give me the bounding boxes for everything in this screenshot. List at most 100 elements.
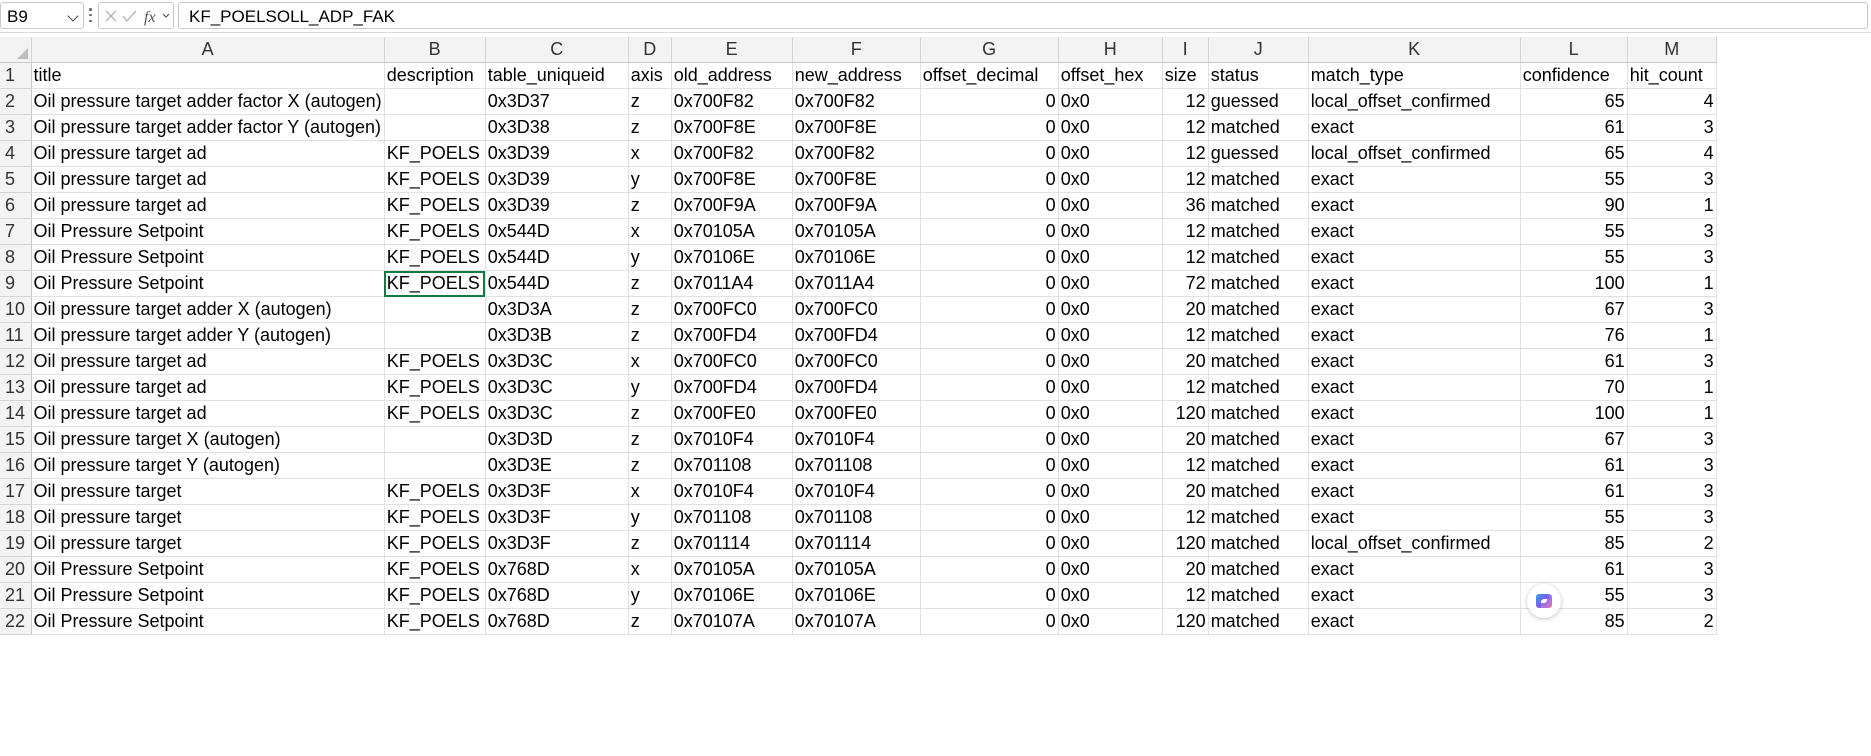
cell-e4[interactable]: 0x700F82 — [671, 140, 793, 167]
cell-b13[interactable]: KF_POELS — [384, 374, 486, 401]
cell-a9[interactable]: Oil Pressure Setpoint — [31, 270, 385, 297]
cell-l5[interactable]: 55 — [1520, 166, 1628, 193]
cell-l13[interactable]: 70 — [1520, 374, 1628, 401]
cell-k5[interactable]: exact — [1308, 166, 1521, 193]
cell-l16[interactable]: 61 — [1520, 452, 1628, 479]
cell-m14[interactable]: 1 — [1627, 400, 1717, 427]
cell-m10[interactable]: 3 — [1627, 296, 1717, 323]
cell-g15[interactable]: 0 — [920, 426, 1059, 453]
cell-e10[interactable]: 0x700FC0 — [671, 296, 793, 323]
cell-g3[interactable]: 0 — [920, 114, 1059, 141]
cell-d11[interactable]: z — [628, 322, 672, 349]
cell-a3[interactable]: Oil pressure target adder factor Y (auto… — [31, 114, 385, 141]
row-header[interactable]: 4 — [0, 140, 32, 167]
cell-d1[interactable]: axis — [628, 62, 672, 89]
cell-g7[interactable]: 0 — [920, 218, 1059, 245]
cell-j3[interactable]: matched — [1208, 114, 1309, 141]
cell-c18[interactable]: 0x3D3F — [485, 504, 629, 531]
cell-e17[interactable]: 0x7010F4 — [671, 478, 793, 505]
column-header-l[interactable]: L — [1520, 37, 1628, 63]
cell-g14[interactable]: 0 — [920, 400, 1059, 427]
cell-h12[interactable]: 0x0 — [1058, 348, 1163, 375]
cell-k18[interactable]: exact — [1308, 504, 1521, 531]
row-header[interactable]: 1 — [0, 62, 32, 89]
cell-k22[interactable]: exact — [1308, 608, 1521, 635]
cell-c3[interactable]: 0x3D38 — [485, 114, 629, 141]
cell-a18[interactable]: Oil pressure target — [31, 504, 385, 531]
cell-h9[interactable]: 0x0 — [1058, 270, 1163, 297]
cell-b11[interactable] — [384, 322, 486, 349]
cell-f9[interactable]: 0x7011A4 — [792, 270, 921, 297]
cell-a6[interactable]: Oil pressure target ad — [31, 192, 385, 219]
cell-h7[interactable]: 0x0 — [1058, 218, 1163, 245]
cell-i15[interactable]: 20 — [1162, 426, 1209, 453]
cell-l15[interactable]: 67 — [1520, 426, 1628, 453]
cell-e12[interactable]: 0x700FC0 — [671, 348, 793, 375]
cell-j14[interactable]: matched — [1208, 400, 1309, 427]
cell-k13[interactable]: exact — [1308, 374, 1521, 401]
cell-m2[interactable]: 4 — [1627, 88, 1717, 115]
cell-f10[interactable]: 0x700FC0 — [792, 296, 921, 323]
row-header[interactable]: 3 — [0, 114, 32, 141]
cell-h10[interactable]: 0x0 — [1058, 296, 1163, 323]
cell-m9[interactable]: 1 — [1627, 270, 1717, 297]
cell-g8[interactable]: 0 — [920, 244, 1059, 271]
cell-e18[interactable]: 0x701108 — [671, 504, 793, 531]
row-header[interactable]: 7 — [0, 218, 32, 245]
cell-m6[interactable]: 1 — [1627, 192, 1717, 219]
cell-d9[interactable]: z — [628, 270, 672, 297]
cell-b20[interactable]: KF_POELS — [384, 556, 486, 583]
cell-h1[interactable]: offset_hex — [1058, 62, 1163, 89]
cell-g4[interactable]: 0 — [920, 140, 1059, 167]
column-header-f[interactable]: F — [792, 37, 921, 63]
cell-b17[interactable]: KF_POELS — [384, 478, 486, 505]
cell-d12[interactable]: x — [628, 348, 672, 375]
cell-j16[interactable]: matched — [1208, 452, 1309, 479]
cell-j17[interactable]: matched — [1208, 478, 1309, 505]
row-header[interactable]: 11 — [0, 322, 32, 349]
cell-m4[interactable]: 4 — [1627, 140, 1717, 167]
cell-a22[interactable]: Oil Pressure Setpoint — [31, 608, 385, 635]
cell-i7[interactable]: 12 — [1162, 218, 1209, 245]
row-header[interactable]: 10 — [0, 296, 32, 323]
cell-a2[interactable]: Oil pressure target adder factor X (auto… — [31, 88, 385, 115]
cell-g17[interactable]: 0 — [920, 478, 1059, 505]
cell-e2[interactable]: 0x700F82 — [671, 88, 793, 115]
cell-d22[interactable]: z — [628, 608, 672, 635]
row-header[interactable]: 14 — [0, 400, 32, 427]
cell-i4[interactable]: 12 — [1162, 140, 1209, 167]
cell-a1[interactable]: title — [31, 62, 385, 89]
column-header-m[interactable]: M — [1627, 37, 1717, 63]
cell-d18[interactable]: y — [628, 504, 672, 531]
cell-g18[interactable]: 0 — [920, 504, 1059, 531]
cell-a16[interactable]: Oil pressure target Y (autogen) — [31, 452, 385, 479]
column-header-j[interactable]: J — [1208, 37, 1309, 63]
cell-l1[interactable]: confidence — [1520, 62, 1628, 89]
cell-b6[interactable]: KF_POELS — [384, 192, 486, 219]
cell-f13[interactable]: 0x700FD4 — [792, 374, 921, 401]
cell-h16[interactable]: 0x0 — [1058, 452, 1163, 479]
cell-f6[interactable]: 0x700F9A — [792, 192, 921, 219]
cell-k16[interactable]: exact — [1308, 452, 1521, 479]
cell-e16[interactable]: 0x701108 — [671, 452, 793, 479]
cell-l2[interactable]: 65 — [1520, 88, 1628, 115]
cell-e21[interactable]: 0x70106E — [671, 582, 793, 609]
cell-c2[interactable]: 0x3D37 — [485, 88, 629, 115]
cell-j21[interactable]: matched — [1208, 582, 1309, 609]
cell-m12[interactable]: 3 — [1627, 348, 1717, 375]
cell-b12[interactable]: KF_POELS — [384, 348, 486, 375]
more-options-icon[interactable] — [89, 8, 92, 22]
cell-i8[interactable]: 12 — [1162, 244, 1209, 271]
cell-i11[interactable]: 12 — [1162, 322, 1209, 349]
cell-m17[interactable]: 3 — [1627, 478, 1717, 505]
cell-k14[interactable]: exact — [1308, 400, 1521, 427]
row-header[interactable]: 18 — [0, 504, 32, 531]
cell-i21[interactable]: 12 — [1162, 582, 1209, 609]
cell-h4[interactable]: 0x0 — [1058, 140, 1163, 167]
cell-a15[interactable]: Oil pressure target X (autogen) — [31, 426, 385, 453]
cell-i13[interactable]: 12 — [1162, 374, 1209, 401]
cell-d14[interactable]: z — [628, 400, 672, 427]
cell-k15[interactable]: exact — [1308, 426, 1521, 453]
cell-j2[interactable]: guessed — [1208, 88, 1309, 115]
cell-e7[interactable]: 0x70105A — [671, 218, 793, 245]
